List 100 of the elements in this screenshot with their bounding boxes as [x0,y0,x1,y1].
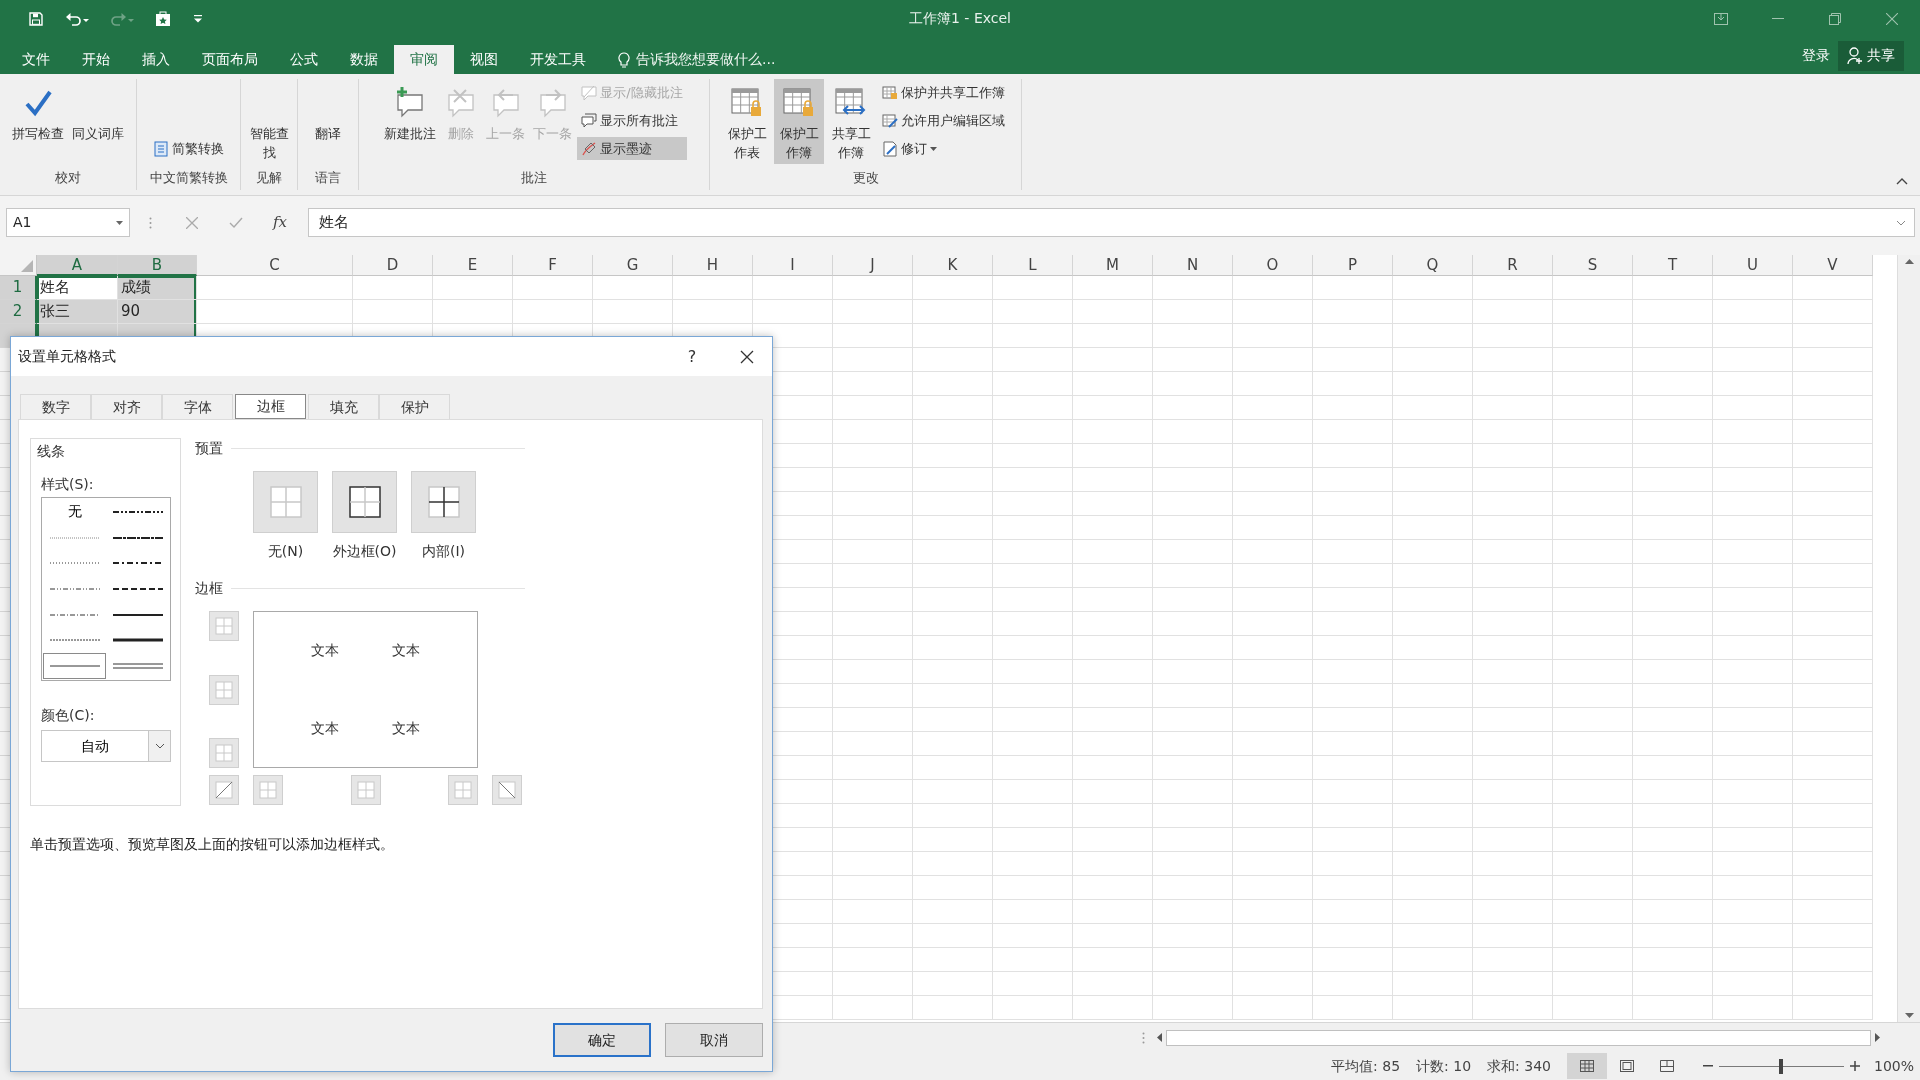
window-title: 工作簿1 - Excel [909,9,1011,28]
column-header[interactable]: F [513,255,593,276]
menu-tab[interactable]: 页面布局 [186,45,274,74]
name-box[interactable]: A1 [13,212,32,233]
document-icon [153,140,169,157]
menu-tab[interactable]: 视图 [454,45,514,74]
column-header[interactable]: Q [1393,255,1473,276]
grid-icon [215,680,233,699]
column-header[interactable]: T [1633,255,1713,276]
caret-icon[interactable] [116,220,123,225]
dialog-button[interactable]: 确定 [553,1023,651,1057]
column-header[interactable]: M [1073,255,1153,276]
column-header[interactable]: C [197,255,353,276]
column-header[interactable]: G [593,255,673,276]
menu-tab[interactable]: 数据 [334,45,394,74]
ribbon-button[interactable]: 共享工作簿 [826,79,876,164]
help-button[interactable]: ? [662,343,722,370]
ribbon-button[interactable]: 保护工作表 [722,79,772,164]
ribbon-button[interactable]: 允许用户编辑区域 [878,109,1009,132]
column-header[interactable]: K [913,255,993,276]
splitter-icon[interactable] [148,216,152,229]
menu-tab[interactable]: 开发工具 [514,45,602,74]
scrollbar-thumb[interactable] [1166,1029,1871,1046]
ribbon-button[interactable]: 翻译 [312,79,344,145]
column-header[interactable]: A [37,255,118,276]
color-dropdown[interactable]: 自动 [41,730,171,762]
row-header[interactable]: 1 [0,276,37,300]
person-icon [1847,46,1863,65]
line-sample-icon [112,638,163,643]
dialog-tab[interactable]: 字体 [162,394,233,419]
column-header[interactable]: D [353,255,433,276]
normal-view-button[interactable] [1566,1053,1607,1079]
ribbon-button[interactable]: 显示墨迹 [577,137,687,160]
splitter-icon[interactable] [1142,1031,1145,1044]
column-header[interactable]: E [433,255,513,276]
menu-tab[interactable]: 审阅 [394,45,454,74]
formula-field[interactable]: 姓名 [319,211,349,234]
sheet-lock-icon [730,87,764,119]
dialog-tab[interactable]: 数字 [20,394,91,419]
close-icon [186,216,198,229]
minus-icon [1702,1065,1713,1067]
column-header[interactable]: S [1553,255,1633,276]
column-header[interactable]: I [753,255,833,276]
dialog-button[interactable]: 取消 [665,1023,763,1057]
preset-button[interactable] [332,471,397,533]
preset-label: 内部(I) [421,542,466,561]
column-header[interactable]: L [993,255,1073,276]
column-header[interactable]: U [1713,255,1793,276]
undo-icon [65,10,89,27]
share-button[interactable]: 共享 [1838,40,1904,71]
ribbon-button[interactable]: 显示所有批注 [577,109,687,132]
ribbon-button[interactable]: 智能查找 [244,79,294,164]
group-label: 见解 [255,169,283,187]
minimize-icon [1771,17,1784,20]
scroll-right-button[interactable] [1875,1033,1880,1042]
chevron-down-icon[interactable] [1896,219,1906,226]
column-header[interactable]: B [118,255,197,276]
dialog-tab[interactable]: 对齐 [91,394,162,419]
scroll-up-button[interactable] [1904,259,1914,264]
dialog-tab[interactable]: 保护 [379,394,450,419]
border-preview[interactable]: 文本 文本 文本 文本 [253,611,478,768]
menu-tab[interactable]: 文件 [6,45,66,74]
ribbon-button[interactable]: 新建批注 [381,79,440,145]
row-header[interactable]: 2 [0,300,37,324]
column-header[interactable]: O [1233,255,1313,276]
group-label: 中文简繁转换 [148,169,229,187]
column-header[interactable]: N [1153,255,1233,276]
insert-function-button[interactable]: fx [258,208,302,237]
column-header[interactable]: R [1473,255,1553,276]
customize-button[interactable] [192,12,204,25]
preset-label: 无(N) [267,542,304,561]
column-header[interactable]: V [1793,255,1873,276]
line-style-list[interactable]: 无 [41,497,171,681]
scroll-down-button[interactable] [1904,1013,1914,1018]
slider-thumb[interactable] [1779,1058,1784,1074]
comments-icon [581,112,598,129]
ribbon-button[interactable]: 修订 [878,137,1009,160]
menu-tab[interactable]: 公式 [274,45,334,74]
check-icon [229,217,243,228]
menu-tab[interactable]: 开始 [66,45,126,74]
ribbon-button[interactable]: 保护并共享工作簿 [878,81,1009,104]
field-label: 颜色(C): [41,706,96,725]
dialog-tab[interactable]: 边框 [235,394,306,419]
menu-tab[interactable]: 插入 [126,45,186,74]
ribbon-button[interactable]: 保护工作簿 [774,79,824,164]
preset-button[interactable] [411,471,476,533]
column-header[interactable]: J [833,255,913,276]
scroll-left-button[interactable] [1157,1033,1162,1042]
dialog-tab[interactable]: 填充 [308,394,379,419]
ribbon-button[interactable]: 简繁转换 [149,137,228,160]
collapse-ribbon-button[interactable] [1896,178,1908,185]
ribbon-button[interactable]: 同义词库 [69,79,127,145]
line-style-option[interactable]: 无 [43,499,106,525]
column-header[interactable]: P [1313,255,1393,276]
column-header[interactable]: H [673,255,753,276]
ribbon-button[interactable]: 拼写检查 [9,79,67,145]
group-label: 校对 [54,169,82,187]
sign-in-link[interactable]: 登录 [1802,45,1830,66]
select-all-button[interactable] [0,255,37,276]
tell-me-field[interactable]: 告诉我您想要做什么... [634,48,864,71]
